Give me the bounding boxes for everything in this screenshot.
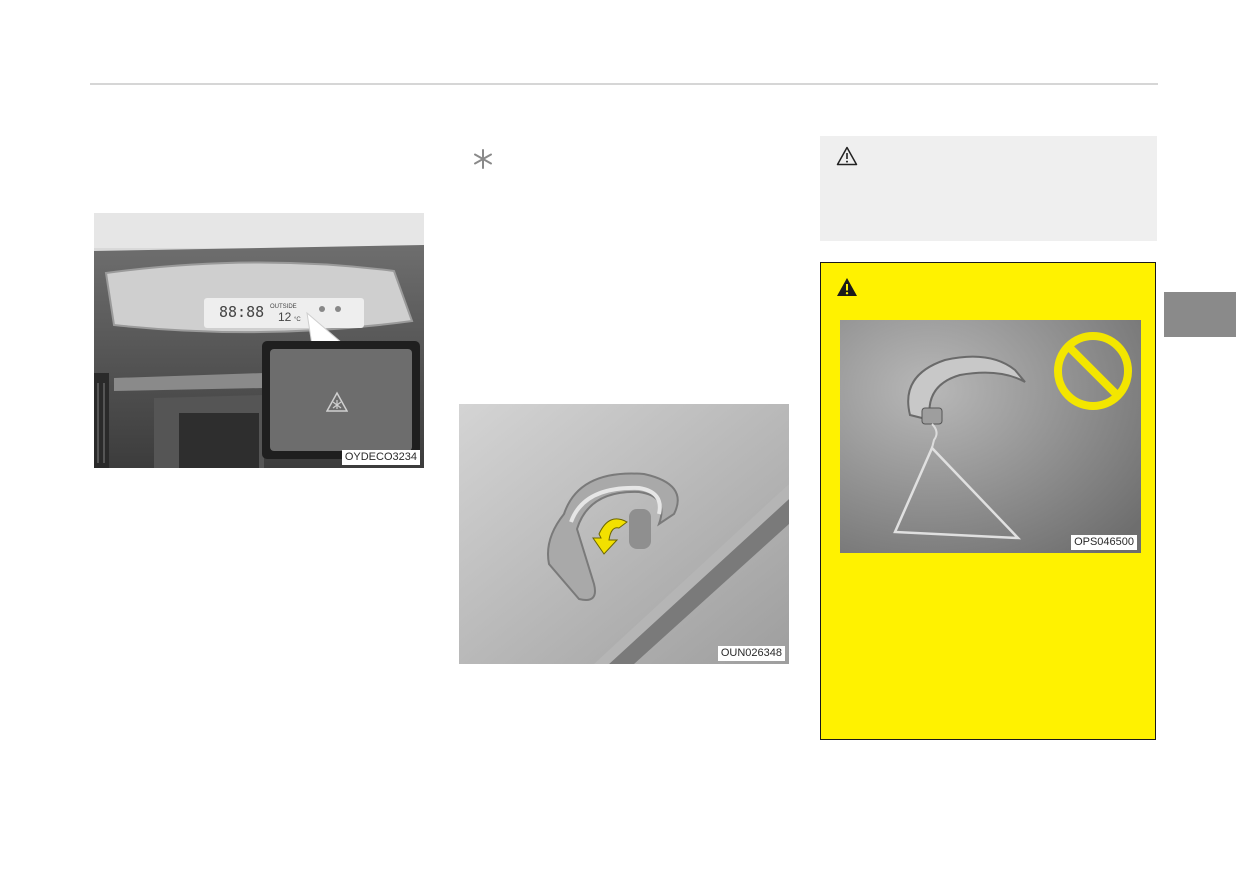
warning-triangle-icon <box>836 277 858 297</box>
coat-hook-figure: OPS046500 <box>840 320 1141 553</box>
figure-caption: OYDECO3234 <box>341 450 420 465</box>
warning-box: OPS046500 <box>820 262 1156 740</box>
temperature-readout: 12 <box>278 310 292 324</box>
clock-readout: 88:88 <box>219 303 264 321</box>
section-tab <box>1164 292 1236 337</box>
caution-triangle-icon <box>836 146 858 166</box>
road-ice-warning-icon <box>326 391 348 413</box>
dashboard-figure: 88:88 OUTSIDE 12 °C OYDECO3234 <box>94 213 424 468</box>
caution-box <box>820 136 1157 241</box>
temperature-unit: °C <box>294 317 301 323</box>
grab-handle-illustration <box>459 404 789 664</box>
grab-handle-figure: OUN026348 <box>459 404 789 664</box>
asterisk-icon <box>472 148 494 170</box>
dashboard-illustration: 88:88 OUTSIDE 12 °C <box>94 213 424 468</box>
figure-caption: OUN026348 <box>717 646 785 661</box>
header-rule <box>90 83 1158 85</box>
figure-caption: OPS046500 <box>1071 535 1137 550</box>
prohibited-icon <box>1052 330 1134 412</box>
